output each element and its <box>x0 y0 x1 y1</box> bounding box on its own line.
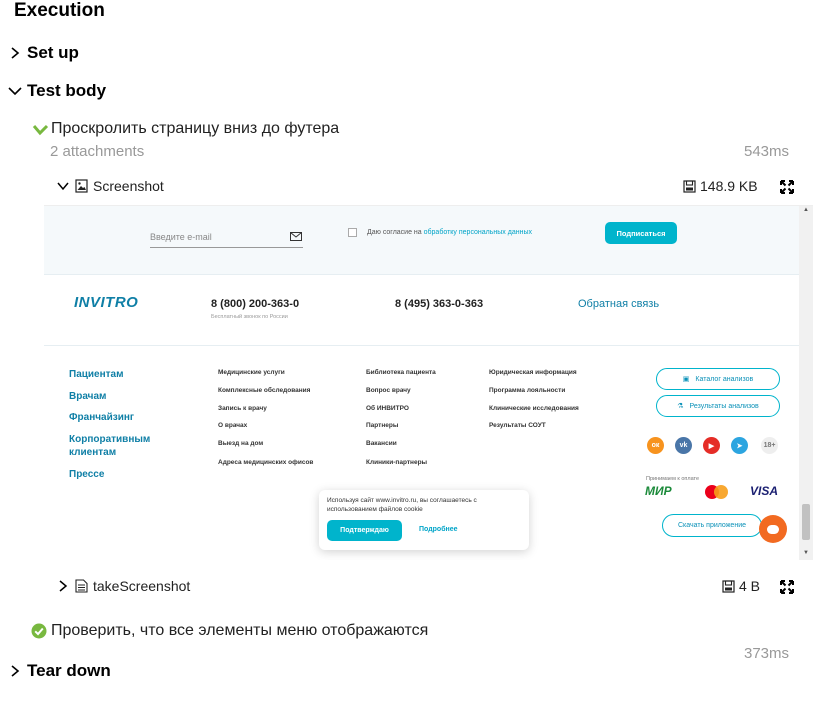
cookie-text: Используя сайт www.invitro.ru, вы соглаш… <box>327 497 477 513</box>
chat-bubble-icon <box>759 515 787 543</box>
divider <box>44 345 799 346</box>
catalog-button: ▣ Каталог анализов <box>656 368 780 390</box>
nav-link: Запись к врачу <box>218 405 267 412</box>
text-file-icon <box>75 579 88 593</box>
attachment-screenshot[interactable]: Screenshot <box>57 178 164 194</box>
nav-link: Библиотека пациента <box>366 369 436 376</box>
telegram-icon: ➤ <box>731 437 748 454</box>
catalog-icon: ▣ <box>682 376 690 383</box>
nav-link: Партнеры <box>366 422 399 429</box>
nav-link: Клиники-партнеры <box>366 459 428 466</box>
nav-corporate: Корпоративным клиентам <box>69 434 151 458</box>
cookie-banner: Используя сайт www.invitro.ru, вы соглаш… <box>319 490 529 550</box>
step-check-menu[interactable]: Проверить, что все элементы меню отображ… <box>31 622 428 640</box>
vk-icon: vk <box>675 437 692 454</box>
age-badge: 18+ <box>761 437 778 454</box>
chevron-right-icon <box>11 47 20 59</box>
cookie-more-link: Подробнее <box>419 526 458 533</box>
section-test-body-label: Test body <box>27 81 107 100</box>
fullscreen-icon[interactable] <box>780 580 794 594</box>
execution-title: Execution <box>14 0 105 21</box>
chevron-down-icon <box>8 87 22 96</box>
nav-link: Комплексные обследования <box>218 387 311 394</box>
phone-moscow: 8 (495) 363-0-363 <box>395 298 484 310</box>
mastercard-logo <box>705 485 729 499</box>
phone-federal: 8 (800) 200-363-0 <box>211 298 300 310</box>
step-scroll-footer[interactable]: Проскролить страницу вниз до футера <box>32 120 339 138</box>
visa-logo: VISA <box>750 484 779 498</box>
youtube-icon: ▶ <box>703 437 720 454</box>
odnoklassniki-icon: ок <box>647 437 664 454</box>
section-tear-down-label: Tear down <box>27 661 111 680</box>
section-setup-label: Set up <box>27 43 79 62</box>
image-file-icon <box>75 179 88 193</box>
nav-link: Вопрос врачу <box>366 387 411 394</box>
mail-icon <box>290 232 302 241</box>
screenshot-preview: Введите e-mail Даю согласие на обработку… <box>44 205 813 560</box>
attachment-name: Screenshot <box>93 178 164 194</box>
cookie-confirm-button: Подтверждаю <box>327 520 402 541</box>
step-title: Проверить, что все элементы меню отображ… <box>51 622 429 639</box>
phone-federal-note: Бесплатный звонок по России <box>211 314 288 320</box>
nav-link: Об ИНВИТРО <box>366 405 409 412</box>
email-underline <box>150 247 303 248</box>
section-test-body[interactable]: Test body <box>8 81 106 101</box>
nav-link: Программа лояльности <box>489 387 566 394</box>
divider <box>44 274 799 275</box>
step-duration: 543ms <box>744 143 790 160</box>
attachment-size: 148.9 KB <box>683 178 758 194</box>
chevron-right-icon <box>59 580 68 592</box>
nav-press: Прессе <box>69 469 105 480</box>
flask-icon: ⚗ <box>677 403 684 410</box>
chevron-right-icon <box>11 665 20 677</box>
section-tear-down[interactable]: Tear down <box>8 661 111 681</box>
consent-text: Даю согласие на обработку персональных д… <box>367 229 532 236</box>
nav-link: Медицинские услуги <box>218 369 285 376</box>
nav-link: Вакансии <box>366 440 397 447</box>
save-icon <box>722 579 735 593</box>
step-title: Проскролить страницу вниз до футера <box>51 120 340 137</box>
subscribe-button: Подписаться <box>605 222 677 244</box>
download-app-button: Скачать приложение <box>662 514 762 537</box>
attachment-size: 4 B <box>722 578 760 594</box>
email-placeholder: Введите e-mail <box>150 232 212 242</box>
check-circle-icon <box>31 623 47 639</box>
scrollbar: ▲ ▼ <box>799 206 813 560</box>
nav-link: Адреса медицинских офисов <box>218 459 314 466</box>
scrollbar-thumb <box>802 504 810 540</box>
nav-link: Результаты СОУТ <box>489 422 546 429</box>
nav-link: Юридическая информация <box>489 369 577 376</box>
scroll-down-arrow-icon: ▼ <box>803 550 809 556</box>
section-setup[interactable]: Set up <box>8 43 79 63</box>
scroll-up-arrow-icon: ▲ <box>803 207 809 213</box>
nav-patients: Пациентам <box>69 369 124 380</box>
attachment-size-value: 148.9 KB <box>700 178 758 194</box>
invitro-logo: INVITRO <box>74 294 139 311</box>
fullscreen-icon[interactable] <box>780 180 794 194</box>
results-button: ⚗ Результаты анализов <box>656 395 780 417</box>
check-icon <box>32 124 49 136</box>
attachment-name: takeScreenshot <box>93 578 191 594</box>
chevron-down-icon <box>57 182 69 191</box>
save-icon <box>683 179 696 193</box>
feedback-link: Обратная связь <box>578 298 660 310</box>
consent-checkbox <box>348 228 357 237</box>
nav-link: О врачах <box>218 422 248 429</box>
attachments-count: 2 attachments <box>50 143 145 160</box>
mir-logo: МИР <box>645 484 672 498</box>
nav-franchise: Франчайзинг <box>69 412 135 423</box>
payments-label: Принимаем к оплате <box>646 476 700 482</box>
nav-link: Выезд на дом <box>218 440 264 447</box>
attachment-size-value: 4 B <box>739 578 761 594</box>
nav-doctors: Врачам <box>69 391 107 402</box>
step-duration: 373ms <box>744 645 790 662</box>
attachment-take-screenshot[interactable]: takeScreenshot <box>57 578 190 594</box>
nav-link: Клинические исследования <box>489 405 579 412</box>
